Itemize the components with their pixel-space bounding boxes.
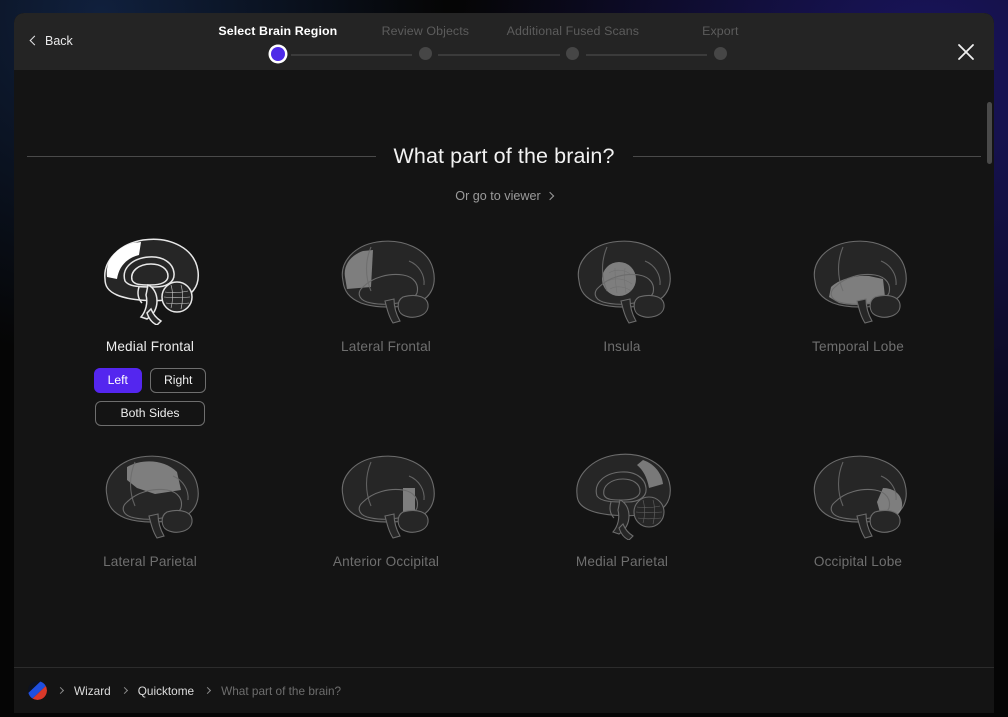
brain-illustration-icon bbox=[321, 444, 451, 540]
wizard-step-label: Review Objects bbox=[381, 24, 470, 38]
app-root: Back Select Brain Region Review Objects Ad… bbox=[0, 0, 1008, 717]
chevron-left-icon bbox=[29, 35, 40, 46]
brain-illustration-icon bbox=[793, 444, 923, 540]
wizard-step-dot bbox=[566, 47, 580, 60]
go-to-viewer-link[interactable]: Or go to viewer bbox=[14, 189, 994, 203]
side-button-both-sides[interactable]: Both Sides bbox=[94, 401, 206, 426]
side-button-left[interactable]: Left bbox=[93, 368, 142, 393]
brain-region-card[interactable]: Occipital Lobe bbox=[740, 436, 976, 569]
brain-region-label: Lateral Frontal bbox=[341, 339, 431, 354]
chevron-right-icon bbox=[545, 191, 554, 201]
brain-region-card[interactable]: Lateral Parietal bbox=[32, 436, 268, 569]
go-to-viewer-label: Or go to viewer bbox=[455, 189, 541, 203]
brain-region-card[interactable]: Anterior Occipital bbox=[268, 436, 504, 569]
wizard-step-label: Export bbox=[702, 24, 739, 38]
brain-region-label: Medial Parietal bbox=[575, 554, 669, 569]
brand-logo-icon[interactable] bbox=[28, 681, 47, 700]
breadcrumb-item[interactable]: Quicktome bbox=[138, 684, 194, 698]
wizard-stepper: Select Brain Region Review Objects Additio… bbox=[210, 23, 800, 70]
back-button[interactable]: Back bbox=[26, 31, 78, 51]
breadcrumb-bar: Wizard Quicktome What part of the brain? bbox=[14, 667, 994, 713]
wizard-step-label: Select Brain Region bbox=[218, 24, 338, 38]
brain-region-label: Medial Frontal bbox=[105, 339, 195, 354]
side-button-right[interactable]: Right bbox=[149, 368, 207, 393]
brain-region-card[interactable]: Medial Frontal Left Right Both Sides bbox=[32, 221, 268, 426]
brain-illustration-icon bbox=[793, 229, 923, 325]
brain-illustration-icon bbox=[85, 229, 215, 325]
wizard-step-label: Additional Fused Scans bbox=[506, 24, 640, 38]
content-scrollbar[interactable] bbox=[987, 102, 992, 662]
close-icon bbox=[958, 44, 974, 60]
brain-region-label: Insula bbox=[603, 339, 641, 354]
wizard-step-dot bbox=[418, 47, 432, 60]
brain-illustration-icon bbox=[85, 444, 215, 540]
content-scroll-area: What part of the brain? Or go to viewer … bbox=[14, 70, 994, 667]
wizard-header: Back Select Brain Region Review Objects Ad… bbox=[14, 13, 994, 70]
breadcrumb-item[interactable]: Wizard bbox=[74, 684, 111, 698]
breadcrumb-separator-icon bbox=[120, 686, 128, 695]
breadcrumb-separator-icon bbox=[56, 686, 65, 695]
breadcrumb: Wizard Quicktome What part of the brain? bbox=[56, 684, 341, 698]
scrollbar-thumb[interactable] bbox=[987, 102, 992, 164]
wizard-step-dot-wrap bbox=[640, 47, 800, 60]
brain-region-card[interactable]: Medial Parietal bbox=[504, 436, 740, 569]
page-title-row: What part of the brain? bbox=[14, 144, 994, 169]
brain-illustration-icon bbox=[557, 444, 687, 540]
brain-region-wizard-modal: Back Select Brain Region Review Objects Ad… bbox=[14, 13, 994, 713]
side-selector: Left Right Both Sides bbox=[93, 368, 207, 426]
brain-region-label: Temporal Lobe bbox=[812, 339, 904, 354]
title-rule-left bbox=[27, 156, 376, 157]
wizard-body: What part of the brain? Or go to viewer … bbox=[14, 70, 994, 667]
wizard-step-3[interactable]: Export bbox=[640, 23, 800, 60]
brain-region-label: Occipital Lobe bbox=[813, 554, 903, 569]
brain-region-grid: Medial Frontal Left Right Both Sides Lateral… bbox=[14, 221, 994, 569]
brain-illustration-icon bbox=[557, 229, 687, 325]
brain-illustration-icon bbox=[321, 229, 451, 325]
side-selector-row: Left Right bbox=[93, 368, 207, 393]
close-button[interactable] bbox=[953, 39, 979, 65]
breadcrumb-separator-icon bbox=[204, 686, 212, 695]
brain-region-card[interactable]: Temporal Lobe bbox=[740, 221, 976, 426]
brain-region-card[interactable]: Lateral Frontal bbox=[268, 221, 504, 426]
back-button-label: Back bbox=[45, 34, 73, 48]
title-rule-right bbox=[632, 156, 982, 157]
breadcrumb-item: What part of the brain? bbox=[221, 683, 342, 698]
wizard-step-dot bbox=[270, 47, 285, 61]
brain-region-label: Anterior Occipital bbox=[332, 554, 440, 569]
brain-region-card[interactable]: Insula bbox=[504, 221, 740, 426]
wizard-step-dot bbox=[713, 47, 727, 60]
brain-region-label: Lateral Parietal bbox=[103, 554, 197, 569]
page-title: What part of the brain? bbox=[393, 144, 615, 168]
